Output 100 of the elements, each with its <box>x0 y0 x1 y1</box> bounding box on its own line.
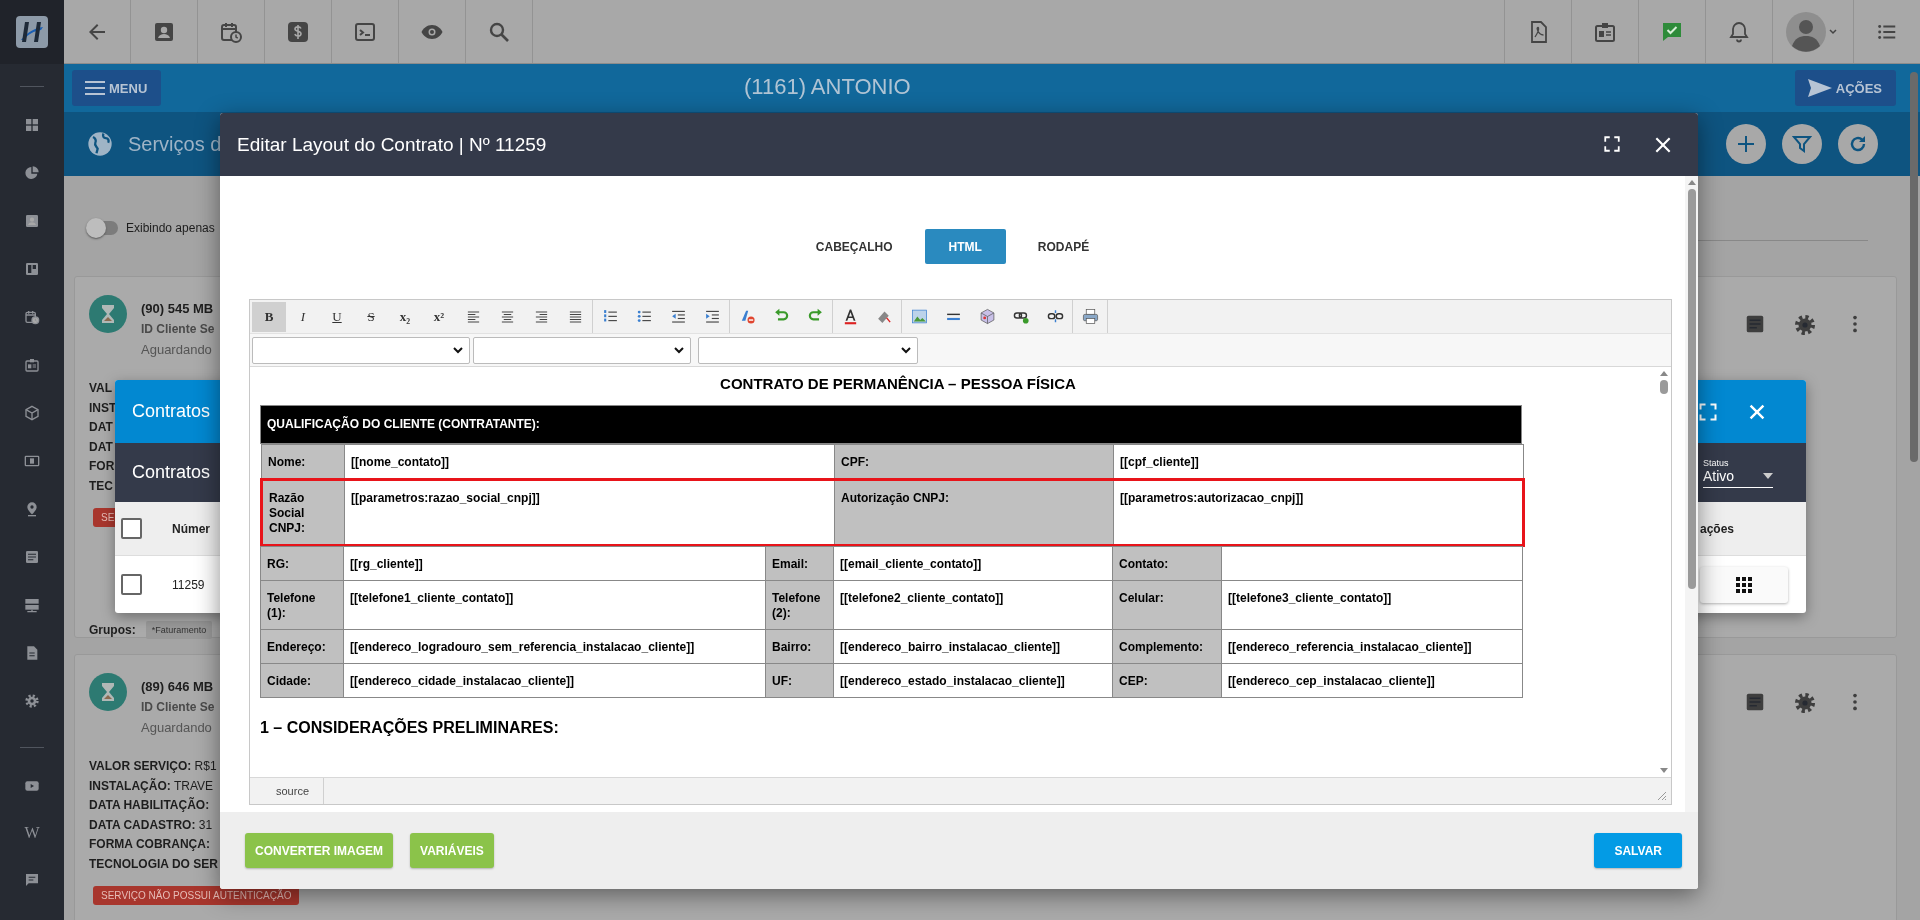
field-label: Celular: <box>1112 580 1222 630</box>
image-icon[interactable] <box>910 308 928 325</box>
add-button[interactable] <box>1726 124 1766 164</box>
tab[interactable]: RODAPÉ <box>1013 229 1114 264</box>
client-id: ID Cliente Se <box>141 322 215 336</box>
subscript-button[interactable]: x₂ <box>388 301 422 332</box>
field-label: Telefone (2): <box>765 580 834 630</box>
dollar-icon[interactable] <box>286 19 310 44</box>
chevron-icon[interactable] <box>901 346 911 354</box>
video-icon[interactable] <box>24 778 40 794</box>
field-value: [[email_cliente_contato]] <box>833 546 1113 581</box>
caret-icon[interactable] <box>1763 472 1773 479</box>
contact-icon[interactable] <box>24 213 40 229</box>
service-field: VALOR SERVIÇO: R$1 <box>89 757 217 777</box>
field-label: RG: <box>260 546 344 581</box>
grid-button[interactable] <box>1700 566 1788 603</box>
toggle-label: Exibindo apenas <box>126 221 215 235</box>
list-icon[interactable] <box>24 549 40 565</box>
dialog-title: Editar Layout do Contrato | Nº 11259 <box>237 133 547 156</box>
filter-button[interactable] <box>1782 124 1822 164</box>
source-tab[interactable]: source <box>250 778 325 804</box>
actions-button[interactable]: AÇÕES <box>1794 70 1896 106</box>
pie-chart-icon[interactable] <box>24 165 40 181</box>
tab[interactable]: HTML <box>924 229 1006 264</box>
hourglass-icon <box>89 673 127 711</box>
italic-button[interactable]: I <box>286 301 320 332</box>
document-title: CONTRATO DE PERMANÊNCIA – PESSOA FÍSICA <box>719 375 1077 392</box>
field-value: [[cpf_cliente]] <box>1113 444 1524 480</box>
service-field: INSTALAÇÃO: TRAVE <box>89 776 213 796</box>
field-value: [[endereco_referencia_instalacao_cliente]] <box>1221 629 1523 664</box>
field-label: Telefone (1): <box>260 580 344 630</box>
board-icon[interactable] <box>24 261 40 277</box>
refresh-icon[interactable] <box>1848 134 1868 154</box>
chevron-icon[interactable] <box>674 346 684 354</box>
field-label: UF: <box>765 663 834 698</box>
checkbox[interactable] <box>121 518 142 539</box>
tab[interactable]: CABEÇALHO <box>791 229 917 264</box>
field-value: [[parametros:razao_social_cnpj]] <box>344 479 835 546</box>
unlink-icon[interactable] <box>1046 308 1064 325</box>
id-card-icon[interactable] <box>24 357 40 373</box>
settings-icon[interactable] <box>1793 313 1817 337</box>
chat-icon[interactable] <box>24 872 40 888</box>
justify-icon[interactable] <box>567 309 583 324</box>
field-label: Endereço: <box>260 629 344 664</box>
indent-icon[interactable] <box>703 308 721 325</box>
map-pin-icon[interactable] <box>24 501 40 517</box>
bold-button[interactable]: B <box>252 301 286 332</box>
send-icon[interactable] <box>1806 78 1833 98</box>
toggle-switch[interactable] <box>88 221 118 235</box>
logo-icon[interactable] <box>16 16 48 48</box>
dropdown-field[interactable] <box>252 336 470 364</box>
dialog-subtitle: Contratos <box>131 462 211 483</box>
resize-grip-icon[interactable] <box>1657 791 1667 801</box>
dropdown-field[interactable] <box>473 336 691 364</box>
menu-button[interactable]: MENU <box>72 70 162 106</box>
menu-icon[interactable] <box>84 80 106 96</box>
strikethrough-button[interactable]: S <box>354 301 388 332</box>
service-field: FOR <box>89 457 115 477</box>
filter-icon[interactable] <box>1792 134 1812 154</box>
settings-icon[interactable] <box>1793 691 1817 715</box>
section-heading: 1 – CONSIDERAÇÕES PRELIMINARES: <box>260 719 560 737</box>
calendar-icon[interactable] <box>24 309 40 325</box>
align-left-icon[interactable] <box>465 309 481 324</box>
chevron-icon[interactable] <box>453 346 463 354</box>
bell-icon[interactable] <box>1727 19 1751 44</box>
bullet-list-icon[interactable] <box>635 308 653 325</box>
fullscreen-icon[interactable] <box>1698 401 1718 422</box>
notes-icon[interactable] <box>1744 313 1766 335</box>
checkbox[interactable] <box>121 574 142 595</box>
wiki-icon[interactable]: W <box>24 824 40 842</box>
cube-icon[interactable] <box>24 405 40 421</box>
status-text: Aguardando <box>141 342 213 357</box>
superscript-button[interactable]: x² <box>422 301 456 332</box>
field-value: [[endereco_cidade_instalacao_cliente]] <box>343 663 766 698</box>
refresh-button[interactable] <box>1838 124 1878 164</box>
field-value: [[endereco_estado_instalacao_cliente]] <box>833 663 1113 698</box>
document-icon[interactable] <box>24 645 40 661</box>
outdent-icon[interactable] <box>669 308 687 325</box>
service-field: DAT <box>89 418 113 438</box>
avatar-icon[interactable] <box>1786 11 1840 52</box>
print-icon[interactable] <box>1081 308 1099 325</box>
underline-button[interactable]: U <box>320 301 354 332</box>
cube-icon[interactable] <box>978 308 996 325</box>
service-field: DATA CADASTRO: 31 <box>89 815 213 835</box>
field-label: Autorização CNPJ: <box>834 479 1114 546</box>
fullscreen-icon[interactable] <box>1603 134 1621 153</box>
money-icon[interactable] <box>24 453 40 469</box>
column-header: Númer <box>172 521 210 536</box>
status-select[interactable]: Status Ativo <box>1703 457 1773 488</box>
scrollbar[interactable] <box>1910 72 1918 462</box>
service-field: INST <box>89 398 117 418</box>
align-right-icon[interactable] <box>533 309 549 324</box>
align-center-icon[interactable] <box>499 309 515 324</box>
settings-icon[interactable] <box>24 693 40 709</box>
scrollbar[interactable] <box>1685 176 1698 812</box>
notes-icon[interactable] <box>1744 691 1766 713</box>
grid-icon[interactable] <box>1736 576 1752 593</box>
plus-icon[interactable] <box>1736 134 1756 154</box>
server-icon[interactable] <box>24 597 40 613</box>
dropdown-field[interactable] <box>698 336 918 364</box>
